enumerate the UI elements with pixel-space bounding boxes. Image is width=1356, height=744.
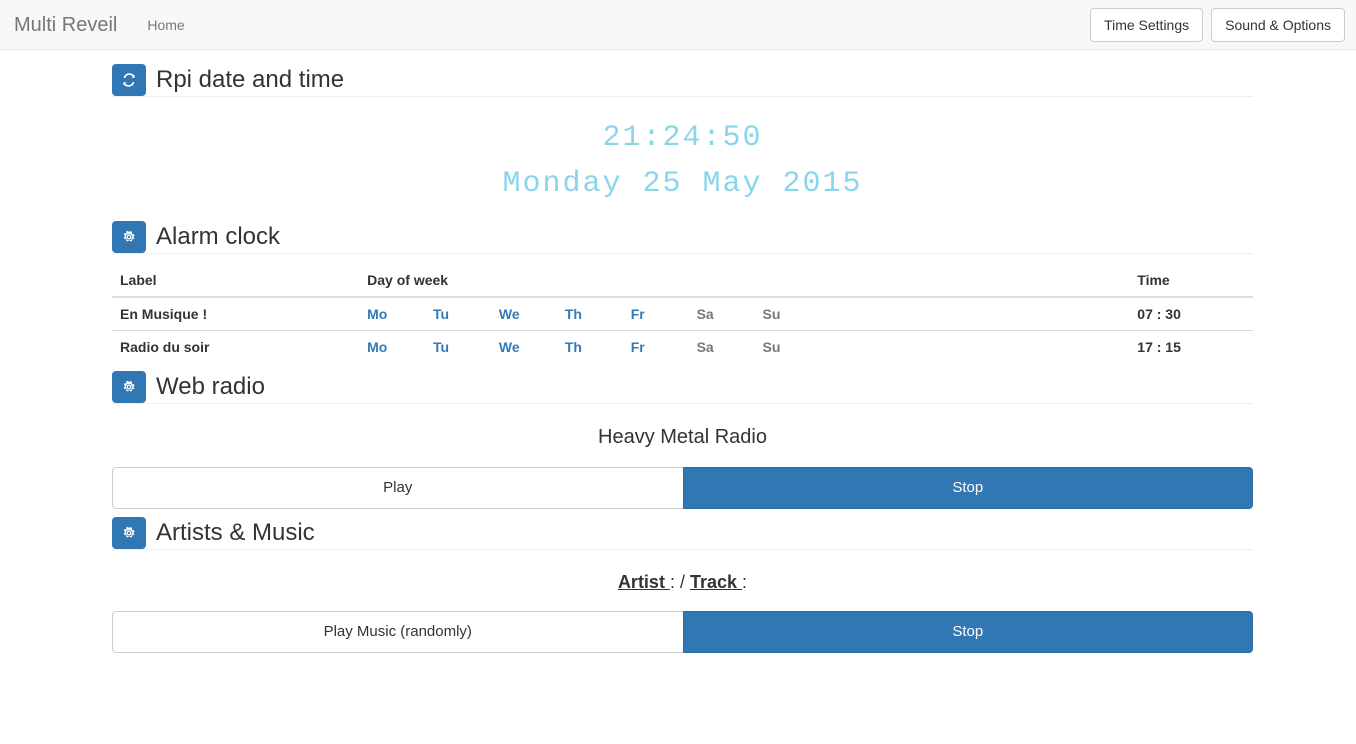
alarm-table-body: En Musique ! Mo Tu We Th Fr Sa Su 07 : 3… (112, 297, 1253, 363)
artist-label: Artist (617, 572, 670, 592)
section-header-webradio: Web radio (112, 371, 1253, 403)
col-spacer (820, 264, 1130, 298)
track-value: : (742, 572, 748, 592)
music-controls: Play Music (randomly) Stop (112, 611, 1253, 653)
alarm-day-sa[interactable]: Sa (689, 297, 755, 331)
clock-display: 21:24:50 Monday 25 May 2015 (112, 97, 1253, 207)
col-label: Label (112, 264, 360, 298)
section-title-webradio: Web radio (156, 373, 265, 400)
table-row[interactable]: Radio du soir Mo Tu We Th Fr Sa Su 17 : … (112, 330, 1253, 363)
navbar: Multi Reveil Home Time Settings Sound & … (0, 0, 1356, 50)
alarm-day-fr[interactable]: Fr (623, 297, 689, 331)
col-day-of-week: Day of week (359, 264, 821, 298)
navbar-right-actions: Time Settings Sound & Options (1090, 7, 1345, 42)
alarm-day-we[interactable]: We (491, 297, 557, 331)
alarm-day-we[interactable]: We (490, 330, 557, 363)
radio-play-button[interactable]: Play (112, 467, 683, 509)
music-stop-button[interactable]: Stop (682, 611, 1253, 653)
spacer-alarm (112, 207, 1253, 221)
spacer-webradio (112, 363, 1253, 371)
time-settings-button[interactable]: Time Settings (1090, 7, 1204, 42)
gear-icon[interactable] (112, 221, 146, 253)
section-header-alarm: Alarm clock (112, 221, 1253, 253)
alarm-row-spacer (820, 330, 1130, 363)
alarm-table-head: Label Day of week Time (112, 264, 1253, 298)
section-header-datetime: Rpi date and time (112, 64, 1253, 96)
spacer-top (112, 50, 1253, 64)
alarm-table: Label Day of week Time En Musique ! Mo T… (112, 264, 1253, 363)
brand-title[interactable]: Multi Reveil (14, 15, 132, 35)
section-title-alarm: Alarm clock (156, 223, 281, 250)
alarm-row-spacer (820, 297, 1129, 331)
section-title-music: Artists & Music (156, 519, 315, 546)
alarm-time: 07 : 30 (1137, 306, 1181, 322)
track-label: Track (689, 572, 743, 592)
alarm-day-fr[interactable]: Fr (622, 330, 689, 363)
refresh-icon[interactable] (112, 64, 146, 96)
alarm-day-th[interactable]: Th (556, 330, 623, 363)
section-title-datetime: Rpi date and time (156, 66, 345, 93)
alarm-label: Radio du soir (112, 330, 360, 363)
page-content: Rpi date and time 21:24:50 Monday 25 May… (0, 50, 1356, 653)
alarm-table-header-row: Label Day of week Time (112, 264, 1253, 298)
alarm-day-su[interactable]: Su (754, 297, 820, 331)
alarm-day-tu[interactable]: Tu (425, 330, 491, 363)
alarm-day-mo[interactable]: Mo (359, 297, 425, 331)
divider-alarm (112, 253, 1253, 254)
nav-links: Home (132, 15, 199, 35)
clock-time: 21:24:50 (602, 121, 763, 155)
gear-icon[interactable] (112, 371, 146, 403)
radio-stop-button[interactable]: Stop (682, 467, 1253, 509)
label-separator: / (674, 572, 690, 592)
nav-link-home[interactable]: Home (132, 15, 199, 35)
alarm-day-tu[interactable]: Tu (425, 297, 491, 331)
music-play-random-button[interactable]: Play Music (randomly) (112, 611, 683, 653)
alarm-label: En Musique ! (120, 306, 208, 322)
alarm-day-th[interactable]: Th (557, 297, 623, 331)
alarm-time: 17 : 15 (1129, 330, 1253, 363)
table-row[interactable]: En Musique ! Mo Tu We Th Fr Sa Su 07 : 3… (112, 297, 1253, 331)
sound-options-button[interactable]: Sound & Options (1211, 7, 1345, 42)
col-time: Time (1129, 264, 1253, 298)
section-header-music: Artists & Music (112, 517, 1253, 549)
alarm-day-mo[interactable]: Mo (359, 330, 426, 363)
now-playing-label: Artist : / Track : (112, 550, 1253, 594)
clock-date: Monday 25 May 2015 (502, 167, 863, 201)
radio-controls: Play Stop (112, 467, 1253, 509)
gear-icon[interactable] (112, 517, 146, 549)
radio-station-name: Heavy Metal Radio (598, 426, 767, 448)
alarm-day-sa[interactable]: Sa (688, 330, 755, 363)
alarm-day-su[interactable]: Su (754, 330, 821, 363)
spacer-music (112, 509, 1253, 517)
